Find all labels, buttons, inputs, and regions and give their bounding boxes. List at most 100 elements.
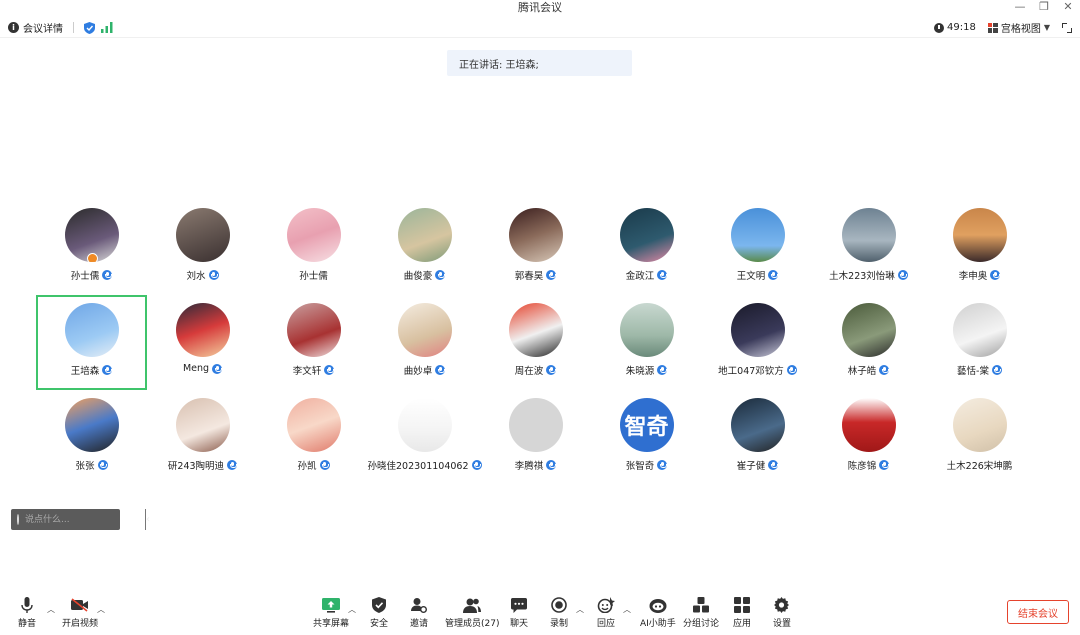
ai-assistant-button[interactable]: AI小助手 [640, 596, 676, 629]
participant-tile[interactable]: 周在波 [480, 295, 591, 390]
react-button[interactable]: 回应 [597, 596, 615, 629]
participant-tile[interactable]: 李申奥 [924, 200, 1035, 295]
ai-assistant-label: AI小助手 [640, 619, 676, 629]
avatar [397, 398, 452, 452]
share-screen-button[interactable]: 共享屏幕 [313, 596, 349, 629]
participant-tile[interactable]: 刘水 [147, 200, 258, 295]
fullscreen-icon[interactable] [1062, 22, 1072, 33]
participant-tile[interactable]: 李文轩 [258, 295, 369, 390]
participant-tile[interactable]: 张张 [36, 390, 147, 485]
manage-members-button[interactable]: 管理成员(27) [445, 596, 499, 629]
participant-tile[interactable]: 金政江 [591, 200, 702, 295]
settings-label: 设置 [773, 619, 792, 629]
collapse-chevron-icon[interactable]: ‹ [145, 509, 150, 530]
participant-tile[interactable]: 崔子健 [702, 390, 813, 485]
participant-name-row: 孙士儒 [71, 268, 113, 282]
participant-name: Meng [182, 363, 210, 374]
avatar [730, 303, 785, 357]
mic-status-icon [897, 270, 908, 280]
chat-button[interactable]: 聊天 [510, 596, 528, 629]
participant-name: 孙士儒 [70, 271, 100, 282]
avatar-text: 智奇 [624, 415, 669, 440]
settings-button[interactable]: 设置 [773, 596, 791, 629]
participant-tile[interactable]: 朱晓源 [591, 295, 702, 390]
participant-name: 李文轩 [292, 366, 322, 377]
participant-name: 刘水 [186, 271, 206, 282]
mic-status-icon [990, 270, 1001, 280]
participant-tile[interactable]: 曲俊豪 [369, 200, 480, 295]
apps-button[interactable]: 应用 [733, 596, 751, 629]
participant-name-row: 李申奥 [959, 268, 1001, 282]
video-options-caret-icon[interactable]: ︿ [97, 604, 105, 615]
mute-button[interactable]: 静音 [18, 596, 36, 629]
participant-tile[interactable]: 孙晓佳202301104062 [367, 390, 482, 485]
share-options-caret-icon[interactable]: ︿ [348, 604, 356, 615]
record-button[interactable]: 录制 [550, 596, 568, 629]
react-options-caret-icon[interactable]: ︿ [623, 604, 631, 615]
participant-tile[interactable]: 王文明 [702, 200, 813, 295]
network-signal-icon[interactable] [101, 22, 113, 33]
participant-name-row: 曲妙卓 [404, 363, 446, 377]
participant-name-row: 地工047邓钦方 [718, 363, 797, 377]
chat-input[interactable] [25, 509, 145, 530]
caret-down-icon: ▼ [1043, 23, 1050, 32]
avatar: 智奇 [619, 398, 674, 452]
participant-tile[interactable]: 孙士儒 [36, 200, 147, 295]
avatar [508, 398, 563, 452]
participant-name: 曲俊豪 [403, 271, 433, 282]
participant-tile[interactable]: 孙士儒 [258, 200, 369, 295]
view-mode-button[interactable]: 宫格视图 ▼ [987, 20, 1050, 35]
share-screen-icon [322, 596, 340, 614]
ai-assistant-icon [649, 596, 667, 614]
avatar [619, 303, 674, 357]
participant-name-row: 藝恬-棠 [957, 363, 1002, 377]
gear-icon [773, 596, 791, 614]
title-bar: 腾讯会议 — ❐ ✕ [0, 0, 1080, 14]
start-video-button[interactable]: 开启视频 [62, 596, 98, 629]
avatar [397, 208, 452, 262]
participant-tile[interactable]: 孙凯 [258, 390, 369, 485]
participant-name-row: 张智奇 [626, 458, 668, 472]
participant-tile[interactable]: 土木226宋坤鹏 [924, 390, 1035, 485]
participant-tile[interactable]: 林子皓 [813, 295, 924, 390]
avatar [286, 208, 341, 262]
avatar [952, 303, 1007, 357]
participant-tile[interactable]: 曲妙卓 [369, 295, 480, 390]
avatar [286, 303, 341, 357]
participant-tile[interactable]: 研243陶明迪 [147, 390, 258, 485]
mic-status-icon [657, 460, 668, 470]
participant-tile[interactable]: 地工047邓钦方 [702, 295, 813, 390]
security-button[interactable]: 安全 [370, 596, 388, 629]
reaction-emoji-icon [597, 596, 615, 614]
participant-tile[interactable]: 土木223刘怡琳 [813, 200, 924, 295]
participant-tile[interactable]: 藝恬-棠 [924, 295, 1035, 390]
participant-tile[interactable]: 李腾祺 [480, 390, 591, 485]
meeting-details-button[interactable]: i 会议详情 [8, 20, 63, 35]
mic-status-icon [212, 363, 223, 374]
emoji-icon[interactable] [17, 514, 19, 525]
participant-name: 王文明 [736, 271, 766, 282]
members-icon [463, 596, 482, 614]
participant-name-row: 郭春昊 [515, 268, 557, 282]
mic-status-icon [786, 365, 797, 375]
participant-name-row: 崔子健 [737, 458, 779, 472]
participant-tile[interactable]: Meng [147, 295, 258, 390]
avatar [175, 303, 230, 357]
end-meeting-button[interactable]: 结束会议 [1007, 600, 1069, 624]
minimize-icon[interactable]: — [1014, 0, 1026, 13]
participant-name: 崔子健 [736, 461, 766, 472]
participant-tile[interactable]: 郭春昊 [480, 200, 591, 295]
participant-tile[interactable]: 智奇 张智奇 [591, 390, 702, 485]
breakout-rooms-button[interactable]: 分组讨论 [683, 596, 719, 629]
mute-options-caret-icon[interactable]: ︿ [47, 604, 55, 615]
participant-tile[interactable]: 陈彦锦 [813, 390, 924, 485]
mic-status-icon [324, 365, 335, 375]
restore-icon[interactable]: ❐ [1038, 0, 1050, 13]
divider [73, 22, 74, 33]
record-options-caret-icon[interactable]: ︿ [576, 604, 584, 615]
participant-tile[interactable]: 王培森 [36, 295, 147, 390]
close-icon[interactable]: ✕ [1062, 0, 1074, 13]
shield-icon[interactable] [84, 21, 95, 34]
mic-status-icon [879, 365, 890, 375]
invite-button[interactable]: 邀请 [410, 596, 428, 629]
